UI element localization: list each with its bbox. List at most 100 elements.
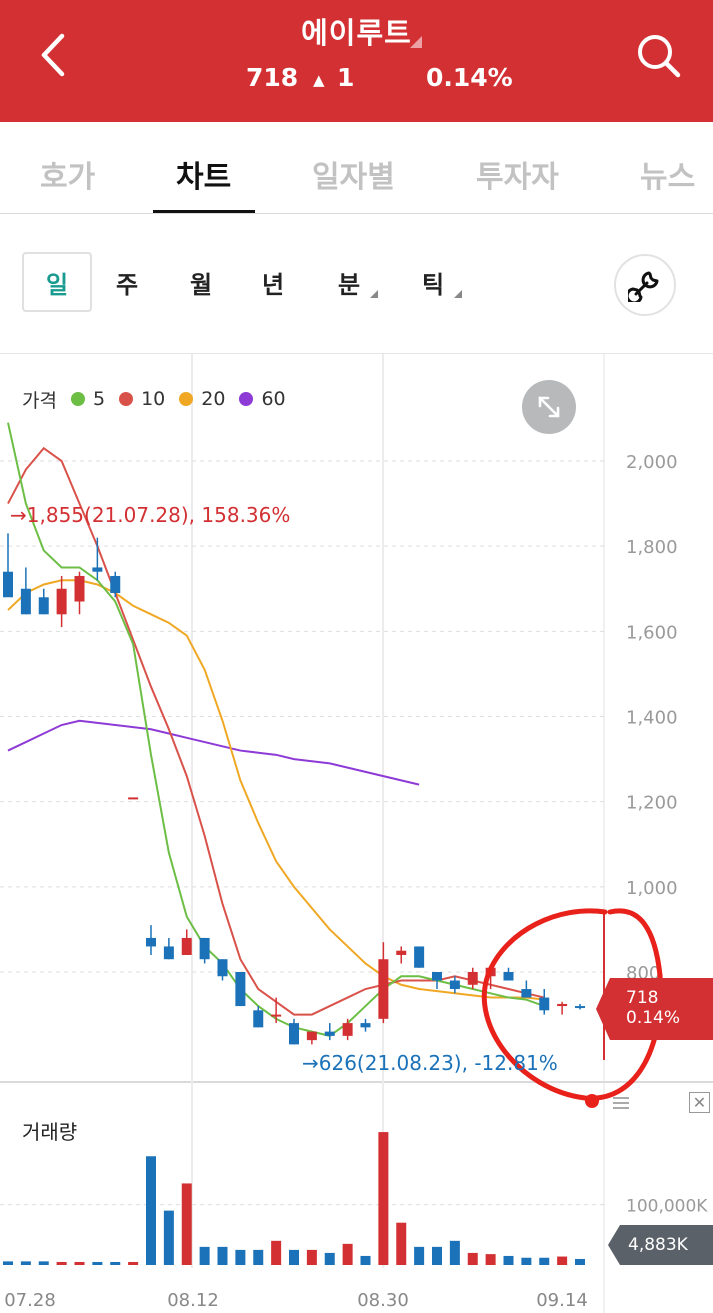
volume-bar — [92, 1261, 103, 1265]
volume-bar — [289, 1249, 299, 1265]
price-change-percent: 0.14% — [426, 63, 513, 92]
candle-body — [467, 972, 478, 985]
volume-bar — [557, 1256, 568, 1265]
volume-bar — [342, 1243, 353, 1265]
candle-body — [38, 597, 49, 615]
volume-bar — [539, 1257, 550, 1265]
search-button[interactable] — [628, 26, 688, 86]
period-selector: 일 주 월 년 분 틱 — [0, 214, 713, 354]
close-icon[interactable]: ✕ — [689, 1092, 710, 1113]
period-label: 틱 — [421, 270, 445, 299]
candle-body — [199, 937, 210, 960]
candle-body — [217, 959, 228, 977]
candle-body — [271, 1014, 282, 1017]
legend-ma10-label: 10 — [141, 388, 166, 410]
candle-body — [56, 588, 67, 615]
price-row: 718 ▲ 1 0.14% — [0, 63, 713, 97]
candle-body — [3, 571, 13, 598]
period-label: 일 — [45, 270, 69, 299]
volume-bar — [3, 1261, 13, 1265]
period-year[interactable]: 년 — [238, 252, 308, 312]
legend-ma10: 10 — [119, 388, 165, 410]
legend-dot — [119, 392, 134, 406]
ma60-line — [7, 719, 420, 786]
price-axis-label: 1,000 — [626, 878, 678, 899]
expand-chart-button[interactable] — [522, 380, 576, 434]
volume-bar — [306, 1249, 317, 1265]
stock-menu-triangle-icon[interactable] — [410, 36, 422, 48]
tab-news[interactable]: 뉴스 — [640, 152, 695, 196]
legend-dot — [239, 392, 254, 406]
date-axis-label: 07.28 — [4, 1290, 56, 1311]
candle-body — [557, 1003, 568, 1007]
current-price-tag: 718 0.14% — [596, 978, 713, 1040]
volume-bar — [217, 1246, 228, 1265]
period-tick[interactable]: 틱 — [398, 252, 468, 312]
volume-bar — [396, 1222, 407, 1265]
volume-bar — [38, 1261, 49, 1265]
candle-body — [128, 797, 139, 800]
candle-body — [181, 937, 192, 955]
legend-dot — [179, 392, 194, 406]
candle-body — [378, 959, 389, 1019]
current-price: 718 — [246, 63, 299, 92]
expand-arrows-icon — [538, 396, 560, 418]
menu-icon[interactable] — [613, 1097, 629, 1109]
volume-bar — [271, 1240, 282, 1265]
candle-body — [396, 950, 407, 955]
tab-chart[interactable]: 차트 — [176, 152, 231, 196]
tab-orderbook[interactable]: 호가 — [40, 152, 95, 196]
date-axis-label: 09.14 — [536, 1290, 588, 1311]
current-price-tag-value: 718 — [626, 988, 659, 1008]
volume-bar — [378, 1132, 389, 1265]
red-circle-dot — [585, 1094, 599, 1108]
volume-bar — [20, 1261, 31, 1265]
chart-settings-button[interactable] — [614, 254, 676, 316]
current-price-tag-pct: 0.14% — [626, 1008, 681, 1028]
candle-body — [235, 972, 246, 1007]
candle-body — [146, 937, 156, 947]
tab-investors[interactable]: 투자자 — [476, 152, 559, 196]
legend-ma60: 60 — [239, 388, 286, 410]
chart-legend: 가격 5 10 20 60 — [22, 386, 300, 412]
period-week[interactable]: 주 — [92, 252, 162, 312]
price-chart[interactable]: 2,0001,8001,6001,4001,2001,000800100,000… — [0, 354, 713, 1313]
candle-body — [539, 997, 550, 1011]
ma10-line — [7, 446, 545, 1016]
candle-body — [414, 946, 425, 968]
volume-bar — [110, 1261, 121, 1265]
volume-bar — [324, 1252, 335, 1265]
period-label: 주 — [115, 270, 139, 299]
legend-ma5-label: 5 — [92, 388, 106, 410]
active-tab-indicator — [153, 210, 255, 213]
wrench-icon — [628, 271, 659, 302]
price-change: 1 — [337, 63, 355, 92]
period-minute[interactable]: 분 — [314, 252, 384, 312]
high-price-annotation: →1,855(21.07.28), 158.36% — [10, 503, 291, 527]
app-header: 에이루트 718 ▲ 1 0.14% — [0, 0, 713, 122]
volume-axis-label: 100,000K — [626, 1197, 708, 1217]
legend-dot — [70, 392, 85, 406]
volume-bar — [449, 1240, 460, 1265]
price-axis-label: 1,800 — [626, 537, 678, 558]
date-axis-label: 08.12 — [167, 1290, 219, 1311]
ma20-line — [7, 579, 545, 1001]
current-volume-tag: 4,883K — [608, 1225, 713, 1265]
legend-ma20-label: 20 — [201, 388, 226, 410]
volume-bar — [56, 1261, 67, 1265]
volume-bar — [128, 1261, 139, 1265]
stock-name[interactable]: 에이루트 — [0, 10, 713, 52]
volume-bar — [74, 1261, 85, 1265]
period-day[interactable]: 일 — [22, 252, 92, 312]
volume-bar — [575, 1258, 585, 1265]
tab-daily[interactable]: 일자별 — [312, 152, 395, 196]
volume-bar — [253, 1249, 264, 1265]
candle-body — [521, 989, 532, 998]
volume-bar — [235, 1249, 246, 1265]
period-month[interactable]: 월 — [166, 252, 236, 312]
candle-body — [449, 980, 460, 990]
volume-bar — [163, 1210, 174, 1265]
candle-body — [575, 1006, 585, 1009]
volume-bar — [467, 1252, 478, 1265]
volume-bar — [414, 1246, 425, 1265]
